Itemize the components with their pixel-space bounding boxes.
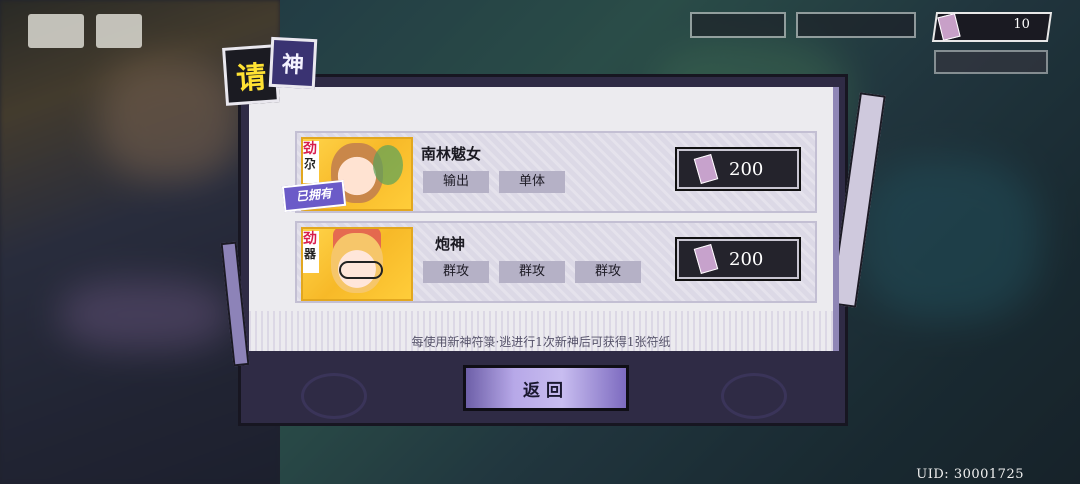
ticket-icon xyxy=(937,13,961,41)
title-char-shen: 神 xyxy=(268,36,318,90)
currency-sub-bar xyxy=(934,50,1048,74)
summon-dialog: 劲 尕 已拥有 南林魃女 输出 单体 200 劲 器 炮神 群攻 群攻 群攻 2… xyxy=(220,74,886,426)
rarity-bottom: 尕 xyxy=(303,157,316,171)
resource-bar-2 xyxy=(796,12,916,38)
deity-portrait: 劲 器 xyxy=(301,227,413,301)
home-icon[interactable] xyxy=(96,14,142,48)
ticket-icon xyxy=(693,244,719,274)
back-button[interactable]: 返回 xyxy=(463,365,629,411)
rarity-badge: 劲 器 xyxy=(303,231,319,273)
price-value: 200 xyxy=(729,158,764,180)
purchase-button[interactable]: 200 xyxy=(675,147,801,191)
uid-label: UID: 30001725 xyxy=(916,467,1024,482)
deity-tags: 输出 单体 xyxy=(423,171,565,193)
deity-tag: 群攻 xyxy=(575,261,641,283)
price-value: 200 xyxy=(729,248,764,270)
portrait-accessory xyxy=(373,145,403,185)
ticket-count: 10 xyxy=(1013,17,1031,32)
decorative-swirl xyxy=(721,373,787,419)
deity-name: 炮神 xyxy=(435,235,466,253)
deity-card-2[interactable]: 劲 器 炮神 群攻 群攻 群攻 200 xyxy=(295,221,817,303)
deity-tag: 输出 xyxy=(423,171,489,193)
rarity-top: 劲 xyxy=(303,231,317,247)
dialog-title: 请 神 xyxy=(220,36,320,106)
deity-tag: 群攻 xyxy=(423,261,489,283)
rarity-badge: 劲 尕 xyxy=(303,141,319,183)
back-arrow-icon[interactable] xyxy=(28,14,84,48)
decorative-swirl xyxy=(301,373,367,419)
deity-card-1[interactable]: 劲 尕 已拥有 南林魃女 输出 单体 200 xyxy=(281,131,817,213)
dialog-panel: 劲 尕 已拥有 南林魃女 输出 单体 200 劲 器 炮神 群攻 群攻 群攻 2… xyxy=(249,87,839,351)
deity-name: 南林魃女 xyxy=(421,145,482,163)
deity-tag: 群攻 xyxy=(499,261,565,283)
purchase-button[interactable]: 200 xyxy=(675,237,801,281)
deity-tags: 群攻 群攻 群攻 xyxy=(423,261,641,283)
back-button-label: 返回 xyxy=(523,380,569,401)
resource-bar-1 xyxy=(690,12,786,38)
deity-tag: 单体 xyxy=(499,171,565,193)
rarity-bottom: 器 xyxy=(303,247,316,261)
ticket-currency-display: 10 xyxy=(931,12,1053,42)
ticket-icon xyxy=(693,154,719,184)
rarity-top: 劲 xyxy=(303,141,317,157)
portrait-glasses xyxy=(339,261,383,279)
footer-note: 每使用新神符箓·逃进行1次新神后可获得1张符纸 xyxy=(411,335,671,349)
